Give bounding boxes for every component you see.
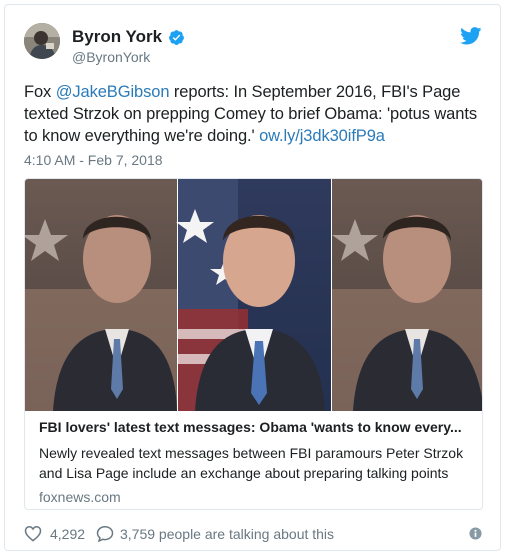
heart-icon[interactable]	[24, 525, 42, 542]
link-preview-card[interactable]: FBI lovers' latest text messages: Obama …	[24, 178, 483, 510]
mention-link[interactable]: @JakeBGibson	[56, 83, 170, 101]
tweet-timestamp[interactable]: 4:10 AM - Feb 7, 2018	[24, 152, 163, 168]
tweet-card[interactable]: Byron York @ByronYork Fox @JakeBGibson r…	[4, 4, 501, 551]
card-description: Newly revealed text messages between FBI…	[39, 445, 464, 481]
avatar[interactable]	[24, 23, 60, 59]
tweet-text-pre: Fox	[24, 83, 56, 101]
talking-count[interactable]: 3,759 people are talking about this	[120, 526, 334, 542]
card-image[interactable]	[25, 179, 483, 411]
display-name-text: Byron York	[72, 27, 163, 46]
tweet-footer: 4,292 3,759 people are talking about thi…	[24, 524, 482, 544]
card-title[interactable]: FBI lovers' latest text messages: Obama …	[39, 417, 470, 437]
comment-icon[interactable]	[96, 525, 114, 542]
twitter-bird-icon[interactable]	[460, 27, 482, 45]
card-domain: foxnews.com	[39, 489, 121, 505]
tweet-text: Fox @JakeBGibson reports: In September 2…	[24, 81, 486, 147]
info-icon[interactable]	[469, 527, 482, 540]
display-name[interactable]: Byron York	[72, 27, 185, 47]
verified-badge-icon	[169, 29, 185, 45]
card-body[interactable]: FBI lovers' latest text messages: Obama …	[39, 417, 470, 505]
tweet-header: Byron York @ByronYork	[24, 23, 482, 71]
tweet-url-link[interactable]: ow.ly/j3dk30ifP9a	[259, 127, 385, 145]
like-count[interactable]: 4,292	[50, 526, 85, 542]
handle[interactable]: @ByronYork	[72, 49, 150, 65]
